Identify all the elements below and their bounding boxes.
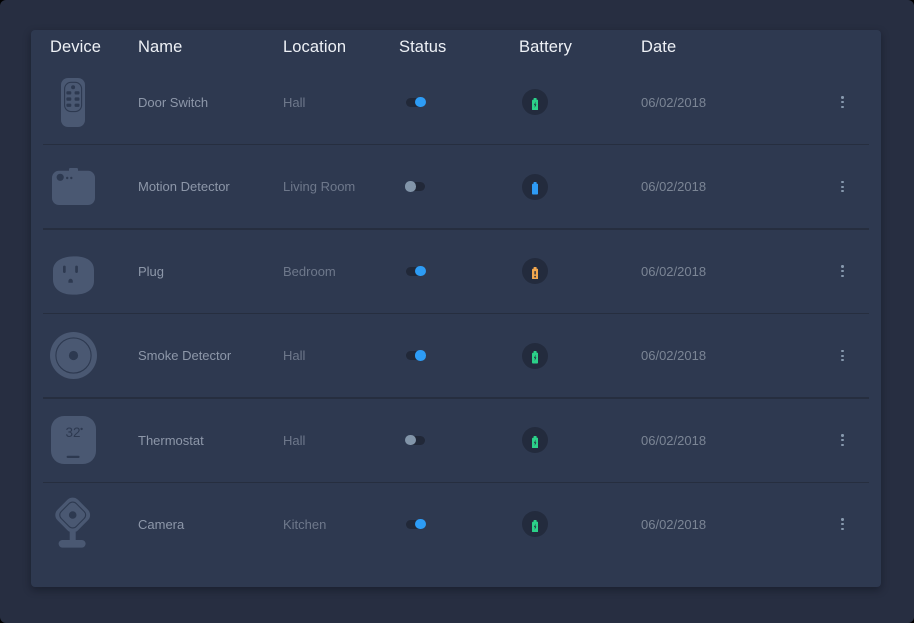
svg-text:32: 32 [65,425,80,440]
